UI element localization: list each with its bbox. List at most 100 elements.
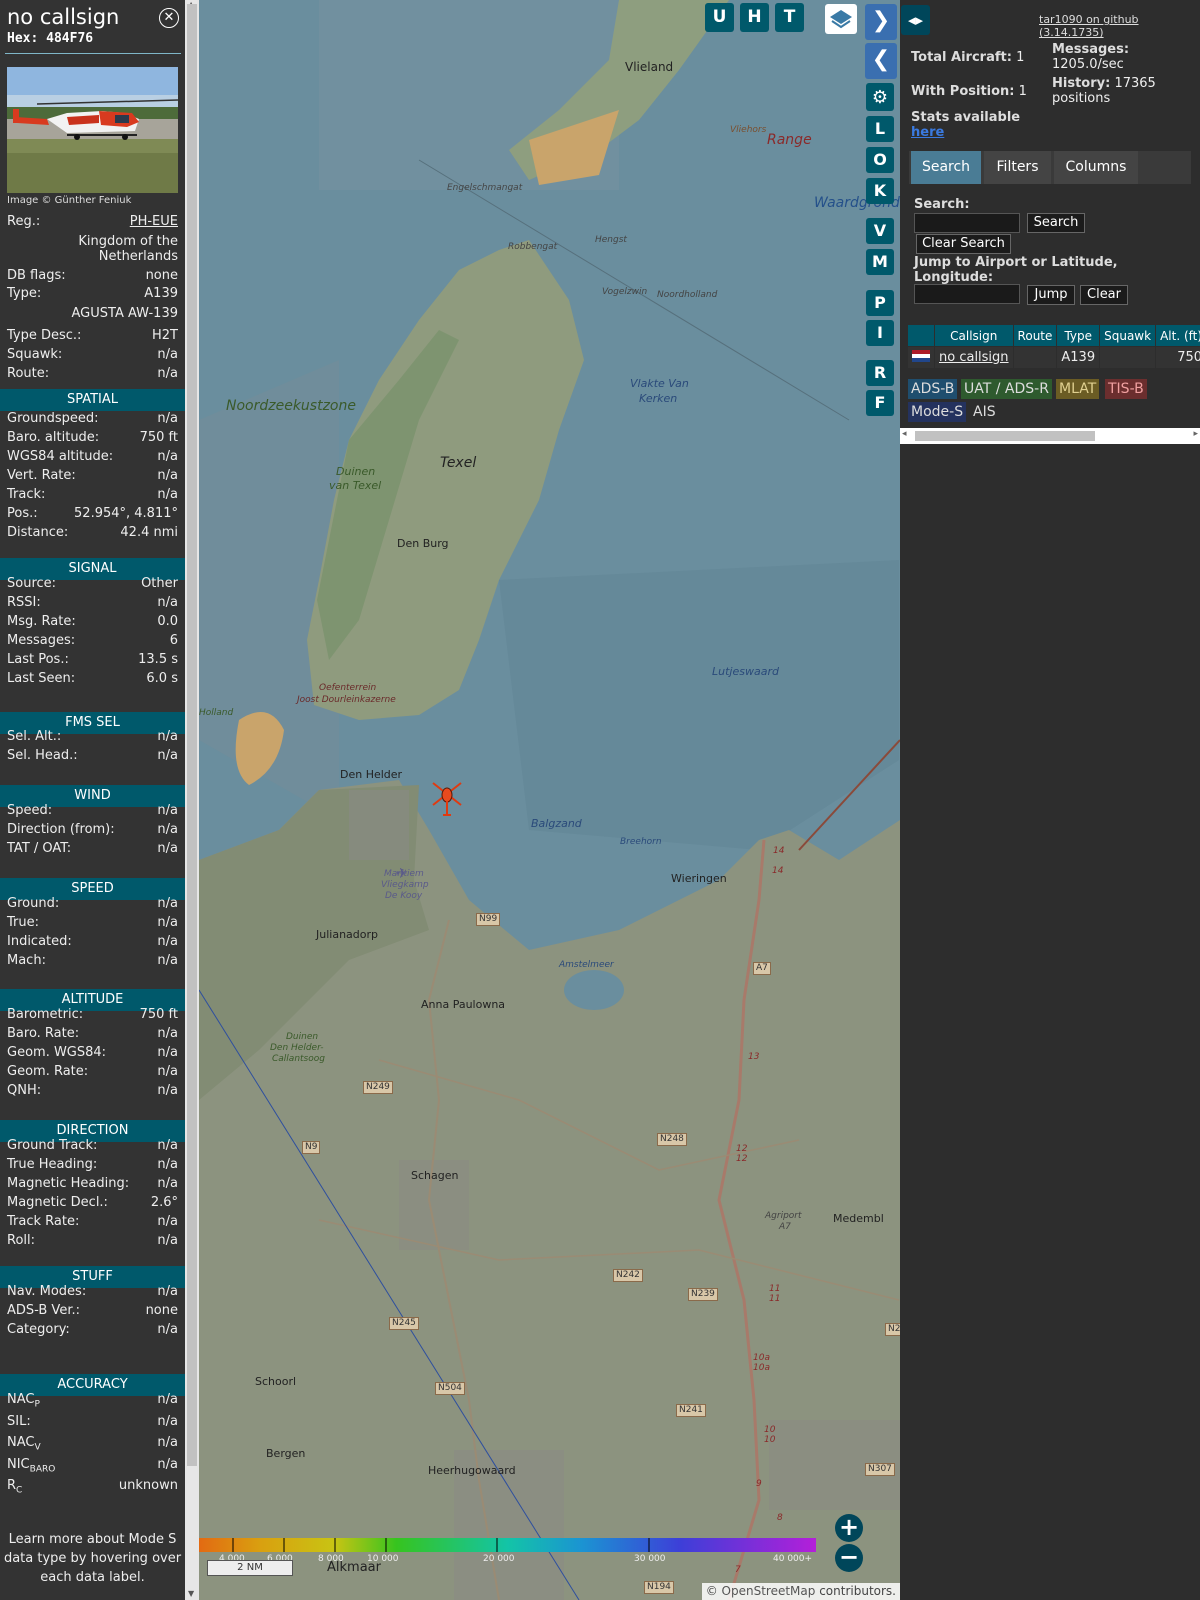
with-position-label: With Position: bbox=[911, 84, 1015, 99]
source-ais[interactable]: AIS bbox=[970, 402, 999, 422]
road-label-a7: A7 bbox=[753, 962, 771, 975]
junction-label: 10 bbox=[764, 1425, 776, 1435]
map-button-l[interactable]: L bbox=[866, 116, 894, 142]
github-link[interactable]: tar1090 on github (3.14.1735) bbox=[1039, 13, 1200, 39]
spatial-row: Distance: 42.4 nmi bbox=[0, 524, 185, 542]
route-label: Route: bbox=[7, 366, 50, 381]
close-info-button[interactable]: ✕ bbox=[159, 8, 179, 28]
osm-link[interactable]: OpenStreetMap bbox=[722, 1584, 816, 1598]
jump-input[interactable] bbox=[914, 284, 1020, 304]
next-aircraft-button[interactable]: ❯ bbox=[865, 4, 897, 40]
signal-label: RSSI: bbox=[7, 595, 41, 610]
with-position-stat: With Position: 1 bbox=[911, 84, 1027, 99]
tab-filters[interactable]: Filters bbox=[984, 151, 1051, 184]
section-header-spatial: SPATIAL bbox=[0, 389, 185, 411]
source-mode-s[interactable]: Mode-S bbox=[908, 402, 967, 422]
callsign-cell[interactable]: no callsign bbox=[934, 346, 1014, 369]
map-button-t[interactable]: T bbox=[775, 3, 804, 32]
zoom-in-button[interactable]: + bbox=[835, 1514, 863, 1542]
scroll-left-icon[interactable]: ◂ bbox=[902, 429, 907, 439]
clear-search-button[interactable]: Clear Search bbox=[916, 234, 1011, 254]
chevron-right-icon: ❯ bbox=[871, 8, 891, 33]
spatial-value: n/a bbox=[157, 487, 178, 502]
spatial-label: Track: bbox=[7, 487, 46, 502]
spatial-label: Vert. Rate: bbox=[7, 468, 76, 483]
search-button[interactable]: Search bbox=[1027, 213, 1085, 233]
map-label-lutjeswaard: Lutjeswaard bbox=[712, 665, 779, 678]
history-stat: History: 17365 positions bbox=[1052, 76, 1182, 106]
accuracy-label-wrap: SIL: bbox=[7, 1413, 31, 1436]
info-scroll-thumb[interactable] bbox=[187, 4, 197, 1466]
header-divider bbox=[5, 53, 181, 54]
fms-row: Sel. Head.: n/a bbox=[0, 747, 185, 765]
reg-label: Reg.: bbox=[7, 214, 41, 229]
map-button-p[interactable]: P bbox=[866, 290, 894, 316]
attribution-prefix: © bbox=[705, 1584, 722, 1598]
layer-switcher-button[interactable] bbox=[825, 4, 857, 34]
altitude-label: Baro. Rate: bbox=[7, 1026, 80, 1041]
signal-value: 0.0 bbox=[157, 614, 178, 629]
info-panel-scrollbar[interactable]: ▲ ▼ bbox=[185, 0, 199, 1600]
jump-button[interactable]: Jump bbox=[1027, 285, 1075, 305]
aircraft-photo[interactable] bbox=[7, 67, 178, 193]
spatial-row: Groundspeed: n/a bbox=[0, 410, 185, 428]
map-button-m[interactable]: M bbox=[866, 249, 894, 275]
junction-label: 8 bbox=[777, 1513, 783, 1523]
tab-columns[interactable]: Columns bbox=[1054, 151, 1138, 184]
scroll-right-icon[interactable]: ▸ bbox=[1193, 429, 1198, 439]
road-label-n239: N239 bbox=[688, 1288, 718, 1301]
map-label-joost-dourleinkazerne: Joost Dourleinkazerne bbox=[297, 695, 396, 705]
source-tis-b[interactable]: TIS-B bbox=[1105, 379, 1147, 399]
wind-label: Speed: bbox=[7, 803, 53, 818]
col-route[interactable]: Route bbox=[1012, 324, 1058, 347]
scroll-down-icon[interactable]: ▼ bbox=[188, 1589, 194, 1598]
altitude-label: QNH: bbox=[7, 1083, 42, 1098]
map-label-vlieland: Vlieland bbox=[625, 60, 674, 74]
map-button-h[interactable]: H bbox=[740, 3, 769, 32]
chevron-left-icon: ❮ bbox=[871, 47, 891, 72]
zoom-out-button[interactable]: − bbox=[835, 1544, 863, 1572]
sidebar-toggle-button[interactable]: ◂▸ bbox=[901, 5, 930, 35]
typedesc-value: H2T bbox=[152, 328, 178, 343]
wind-label: TAT / OAT: bbox=[7, 841, 72, 856]
type-row: Type: A139 bbox=[0, 285, 185, 303]
stuff-value: none bbox=[145, 1303, 178, 1318]
helicopter-marker-icon[interactable] bbox=[430, 779, 464, 819]
table-row[interactable]: no callsign A139 750 bbox=[907, 346, 1200, 369]
prev-aircraft-button[interactable]: ❮ bbox=[865, 43, 897, 79]
source-uat-ads-r[interactable]: UAT / ADS-R bbox=[961, 379, 1052, 399]
source-mlat[interactable]: MLAT bbox=[1056, 379, 1100, 399]
settings-button[interactable]: ⚙ bbox=[866, 83, 894, 111]
source-ads-b[interactable]: ADS-B bbox=[908, 379, 958, 399]
stats-link[interactable]: here bbox=[911, 125, 944, 140]
fms-label: Sel. Alt.: bbox=[7, 729, 62, 744]
col-altitude[interactable]: Alt. (ft) bbox=[1155, 324, 1200, 347]
junction-label: 7 bbox=[735, 1565, 741, 1575]
junction-label: 12 bbox=[736, 1154, 748, 1164]
accuracy-value: n/a bbox=[157, 1456, 178, 1472]
map-button-v[interactable]: V bbox=[866, 218, 894, 244]
plus-icon: + bbox=[838, 1513, 860, 1541]
close-icon: ✕ bbox=[163, 10, 175, 25]
col-squawk[interactable]: Squawk bbox=[1099, 324, 1157, 347]
map-button-f[interactable]: F bbox=[866, 390, 894, 416]
sidebar-scroll-thumb[interactable] bbox=[915, 431, 1095, 441]
col-flag[interactable] bbox=[907, 324, 935, 347]
search-input[interactable] bbox=[914, 213, 1020, 233]
map-button-k[interactable]: K bbox=[866, 178, 894, 204]
sidebar-horizontal-scrollbar[interactable]: ◂ ▸ bbox=[900, 428, 1200, 444]
map-label-den-burg: Den Burg bbox=[397, 537, 449, 550]
accuracy-label-subscript: P bbox=[34, 1399, 40, 1410]
map-button-u[interactable]: U bbox=[705, 3, 734, 32]
map-button-r[interactable]: R bbox=[866, 360, 894, 386]
col-type[interactable]: Type bbox=[1056, 324, 1101, 347]
reg-link[interactable]: PH-EUE bbox=[130, 213, 178, 231]
map-button-o[interactable]: O bbox=[866, 147, 894, 173]
junction-label: 14 bbox=[772, 866, 784, 876]
clear-jump-button[interactable]: Clear bbox=[1080, 285, 1128, 305]
col-callsign[interactable]: Callsign bbox=[934, 324, 1014, 347]
map-view[interactable]: Vlieland Vliehors Range Waardgrond Noordzeek… bbox=[199, 0, 900, 1600]
tab-search[interactable]: Search bbox=[911, 151, 981, 184]
speed-row: Indicated: n/a bbox=[0, 933, 185, 951]
map-button-i[interactable]: I bbox=[866, 320, 894, 346]
